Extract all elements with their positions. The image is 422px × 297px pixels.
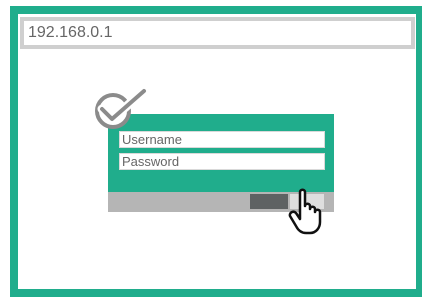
address-bar[interactable]: 192.168.0.1	[20, 17, 415, 49]
check-badge-icon	[95, 86, 149, 129]
hand-pointer-icon	[288, 188, 322, 235]
password-field[interactable]: Password	[119, 153, 325, 170]
dark-button[interactable]	[250, 194, 288, 209]
